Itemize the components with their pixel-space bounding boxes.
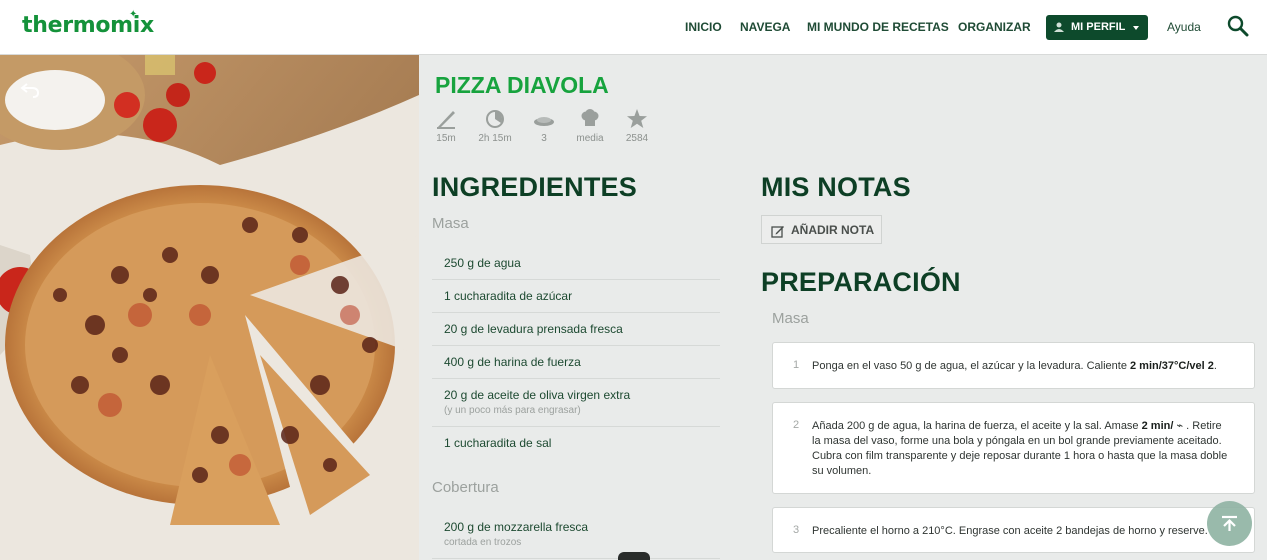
stat-servings: 3	[524, 108, 564, 144]
profile-label: MI PERFIL	[1071, 21, 1126, 33]
logo-sparkle-icon: ✦	[129, 9, 138, 20]
chef-hat-icon	[581, 109, 599, 126]
arrow-up-icon	[1222, 515, 1237, 531]
ingredient-item[interactable]: 1 cucharadita de azúcar	[432, 280, 720, 313]
notes-heading: MIS NOTAS	[761, 172, 911, 202]
search-icon[interactable]	[1227, 15, 1249, 37]
nav-mi-mundo-de-recetas[interactable]: MI MUNDO DE RECETAS	[807, 20, 949, 34]
knife-icon	[437, 111, 455, 129]
nav-organizar[interactable]: ORGANIZAR	[958, 20, 1031, 34]
profile-button[interactable]: MI PERFIL	[1046, 15, 1148, 40]
user-icon	[1054, 22, 1064, 32]
ingredient-text: 250 g de agua	[444, 256, 521, 270]
ingredient-text: 200 g de mozzarella fresca	[444, 520, 589, 534]
step-text: Añada 200 g de agua, la harina de fuerza…	[812, 420, 1228, 477]
stat-rating: 2584	[617, 108, 657, 144]
recipe-title: PIZZA DIAVOLA	[435, 72, 609, 98]
stat-label: 3	[541, 133, 547, 144]
preparation-heading: PREPARACIÓN	[761, 267, 961, 297]
ingredient-note: (y un poco más para engrasar)	[444, 405, 581, 416]
help-link[interactable]: Ayuda	[1167, 20, 1201, 34]
ingredient-list-cobertura: 200 g de mozzarella fresca cortada en tr…	[432, 511, 720, 559]
chevron-down-icon	[1133, 26, 1139, 30]
stat-label: 15m	[436, 133, 456, 144]
ingredient-item[interactable]: 20 g de levadura prensada fresca	[432, 313, 720, 346]
back-arrow-icon[interactable]	[20, 82, 40, 98]
ingredient-note: cortada en trozos	[444, 537, 522, 548]
recipe-photo	[0, 55, 419, 560]
stat-difficulty: media	[570, 108, 610, 144]
ingredient-group-masa: Masa	[432, 215, 469, 232]
stat-label: media	[576, 133, 604, 144]
step-number: 1	[793, 359, 800, 371]
ingredient-text: 1 cucharadita de azúcar	[444, 289, 573, 303]
preparation-step[interactable]: 3 Precaliente el horno a 210°C. Engrase …	[772, 507, 1255, 553]
step-number: 3	[793, 524, 800, 536]
edit-note-icon	[771, 226, 784, 238]
add-note-button[interactable]: AÑADIR NOTA	[761, 215, 882, 244]
bottom-drawer-tab[interactable]	[618, 552, 650, 560]
ingredient-item[interactable]: 250 g de agua	[432, 247, 720, 280]
stat-label: 2584	[625, 133, 649, 144]
preparation-step[interactable]: 2 Añada 200 g de agua, la harina de fuer…	[772, 402, 1255, 494]
star-icon	[627, 109, 647, 128]
stat-total-time: 2h 15m	[475, 108, 515, 144]
pizza-image	[0, 55, 419, 560]
nav-inicio[interactable]: INICIO	[685, 20, 722, 34]
servings-icon	[534, 117, 554, 126]
ingredient-text: 400 g de harina de fuerza	[444, 355, 581, 369]
ingredient-list-masa: 250 g de agua 1 cucharadita de azúcar 20…	[432, 247, 720, 460]
stat-prep-time: 15m	[426, 108, 466, 144]
scroll-to-top-button[interactable]	[1207, 501, 1252, 546]
step-text: Ponga en el vaso 50 g de agua, el azúcar…	[812, 360, 1217, 372]
ingredients-heading: INGREDIENTES	[432, 172, 637, 202]
top-navbar: thermomix ✦ INICIO NAVEGA MI MUNDO DE RE…	[0, 0, 1267, 55]
preparation-step[interactable]: 1 Ponga en el vaso 50 g de agua, el azúc…	[772, 342, 1255, 389]
ingredient-text: 20 g de levadura prensada fresca	[444, 322, 623, 336]
step-number: 2	[793, 419, 800, 431]
ingredient-item[interactable]: 1 cucharadita de sal	[432, 427, 720, 460]
preparation-group-masa: Masa	[772, 310, 809, 327]
stat-label: 2h 15m	[478, 133, 512, 144]
step-text: Precaliente el horno a 210°C. Engrase co…	[812, 525, 1208, 537]
add-note-label: AÑADIR NOTA	[791, 223, 875, 237]
nav-navega[interactable]: NAVEGA	[740, 20, 790, 34]
ingredient-item[interactable]: 200 g de mozzarella fresca cortada en tr…	[432, 511, 720, 559]
ingredient-item[interactable]: 20 g de aceite de oliva virgen extra (y …	[432, 379, 720, 427]
ingredient-text: 20 g de aceite de oliva virgen extra	[444, 388, 631, 402]
ingredient-text: 1 cucharadita de sal	[444, 436, 552, 450]
timer-icon	[486, 110, 504, 128]
ingredient-group-cobertura: Cobertura	[432, 479, 499, 496]
ingredient-item[interactable]: 400 g de harina de fuerza	[432, 346, 720, 379]
